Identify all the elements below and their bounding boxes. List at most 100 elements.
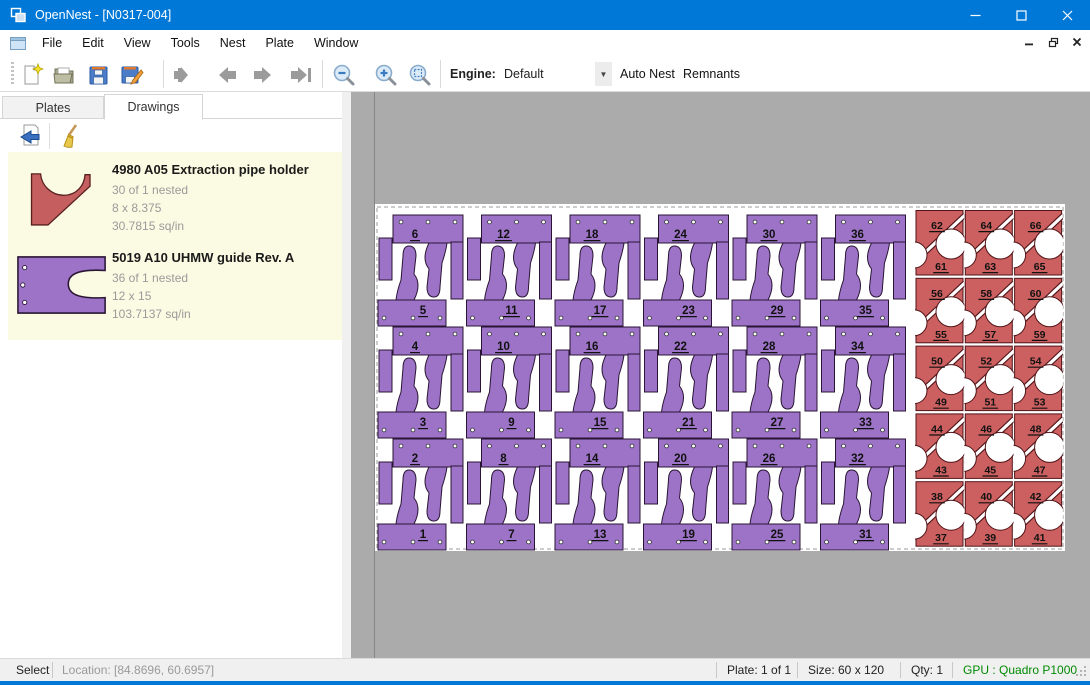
zoom-in-icon	[373, 62, 399, 88]
menu-edit[interactable]: Edit	[72, 31, 114, 55]
panel-tabstrip: Plates Drawings	[0, 92, 342, 119]
svg-text:44: 44	[931, 423, 943, 435]
mdi-minimize-button[interactable]	[1020, 32, 1038, 52]
drawing-nested-count: 30 of 1 nested	[112, 181, 309, 199]
minimize-button[interactable]	[952, 0, 998, 30]
left-panel: Plates Drawings 4980 A05 Extraction pipe…	[0, 92, 342, 658]
engine-label: Engine:	[450, 67, 496, 81]
svg-text:11: 11	[505, 305, 518, 317]
svg-text:16: 16	[586, 341, 599, 353]
open-file-icon	[52, 63, 76, 87]
svg-text:31: 31	[859, 529, 872, 541]
drawing-item[interactable]: 4980 A05 Extraction pipe holder 30 of 1 …	[8, 156, 342, 244]
import-drawing-icon	[16, 123, 42, 149]
zoom-fit-button[interactable]	[406, 61, 434, 88]
svg-text:61: 61	[935, 261, 947, 273]
save-as-button[interactable]	[118, 61, 146, 88]
svg-text:45: 45	[984, 464, 996, 476]
minimize-icon	[970, 10, 981, 21]
status-separator	[797, 662, 798, 678]
menu-plate[interactable]: Plate	[255, 31, 304, 55]
status-size: Size: 60 x 120	[808, 663, 884, 677]
engine-value: Default	[500, 67, 595, 81]
svg-text:48: 48	[1030, 423, 1042, 435]
zoom-out-button[interactable]	[330, 61, 358, 88]
menu-view[interactable]: View	[114, 31, 161, 55]
drawing-size: 12 x 15	[112, 287, 294, 305]
drawings-toolbar	[0, 119, 342, 152]
mdi-close-icon	[1072, 37, 1082, 47]
svg-text:43: 43	[935, 464, 947, 476]
svg-text:41: 41	[1034, 532, 1046, 544]
resize-grip[interactable]	[1075, 665, 1087, 677]
svg-text:2: 2	[412, 453, 418, 465]
previous-plate-button[interactable]	[212, 61, 240, 88]
status-plate: Plate: 1 of 1	[727, 663, 791, 677]
svg-text:29: 29	[771, 305, 784, 317]
svg-text:1: 1	[420, 529, 427, 541]
status-mode: Select	[16, 663, 49, 677]
next-plate-button[interactable]	[250, 61, 278, 88]
svg-text:17: 17	[594, 305, 607, 317]
menu-tools[interactable]: Tools	[161, 31, 210, 55]
auto-nest-button[interactable]: Auto Nest	[614, 62, 681, 86]
first-plate-button[interactable]	[173, 61, 201, 88]
drawing-title: 5019 A10 UHMW guide Rev. A	[112, 250, 294, 265]
last-plate-button[interactable]	[288, 61, 316, 88]
engine-combobox[interactable]: Default ▼	[500, 62, 612, 86]
svg-text:30: 30	[763, 229, 776, 241]
open-button[interactable]	[50, 61, 78, 88]
remnants-button[interactable]: Remnants	[677, 62, 746, 86]
panel-splitter[interactable]	[342, 92, 351, 658]
svg-text:50: 50	[931, 356, 943, 368]
menu-nest[interactable]: Nest	[210, 31, 256, 55]
tab-drawings[interactable]: Drawings	[104, 94, 203, 120]
svg-text:56: 56	[931, 288, 943, 300]
menu-file[interactable]: File	[32, 31, 72, 55]
main-toolbar: Engine: Default ▼ Auto Nest Remnants	[0, 56, 1090, 92]
mdi-restore-button[interactable]	[1044, 32, 1062, 52]
drawing-area: 103.7137 sq/in	[112, 305, 294, 323]
previous-plate-icon	[213, 63, 239, 87]
status-location: Location: [84.8696, 60.6957]	[62, 663, 214, 677]
menu-window[interactable]: Window	[304, 31, 368, 55]
svg-text:13: 13	[594, 529, 607, 541]
new-button[interactable]	[18, 61, 46, 88]
toolbar-separator	[322, 60, 323, 88]
svg-text:18: 18	[586, 229, 599, 241]
svg-text:58: 58	[980, 288, 992, 300]
svg-text:52: 52	[980, 356, 992, 368]
svg-text:65: 65	[1034, 261, 1046, 273]
status-separator	[716, 662, 717, 678]
import-drawing-button[interactable]	[15, 122, 43, 150]
title-bar: OpenNest - [N0317-004]	[0, 0, 1090, 30]
close-button[interactable]	[1044, 0, 1090, 30]
maximize-button[interactable]	[998, 0, 1044, 30]
drawing-size: 8 x 8.375	[112, 199, 309, 217]
save-as-icon	[119, 63, 145, 87]
svg-text:47: 47	[1034, 464, 1046, 476]
menu-bar: File Edit View Tools Nest Plate Window	[0, 30, 1090, 56]
toolbar-grip[interactable]	[11, 62, 14, 86]
mdi-document-icon	[8, 34, 28, 52]
toolbar-separator	[163, 60, 164, 88]
save-button[interactable]	[84, 61, 112, 88]
svg-text:60: 60	[1030, 288, 1042, 300]
nest-canvas[interactable]: 6512111817242330293635431091615222128273…	[351, 92, 1090, 658]
app-icon	[9, 6, 27, 24]
svg-text:6: 6	[412, 229, 418, 241]
zoom-in-button[interactable]	[372, 61, 400, 88]
mdi-restore-icon	[1048, 37, 1059, 48]
drawing-thumbnail-red-part	[16, 164, 108, 234]
drawing-item[interactable]: 5019 A10 UHMW guide Rev. A 36 of 1 neste…	[8, 244, 342, 332]
chevron-down-icon[interactable]: ▼	[595, 62, 612, 86]
drawing-nested-count: 36 of 1 nested	[112, 269, 294, 287]
mdi-close-button[interactable]	[1068, 32, 1086, 52]
nest-plate[interactable]: 6512111817242330293635431091615222128273…	[351, 92, 1090, 658]
tab-plates[interactable]: Plates	[2, 96, 104, 119]
svg-text:12: 12	[497, 229, 510, 241]
clear-drawings-button[interactable]	[56, 122, 84, 150]
status-gpu: GPU : Quadro P1000	[963, 663, 1077, 677]
svg-text:4: 4	[412, 341, 419, 353]
svg-text:20: 20	[674, 453, 687, 465]
